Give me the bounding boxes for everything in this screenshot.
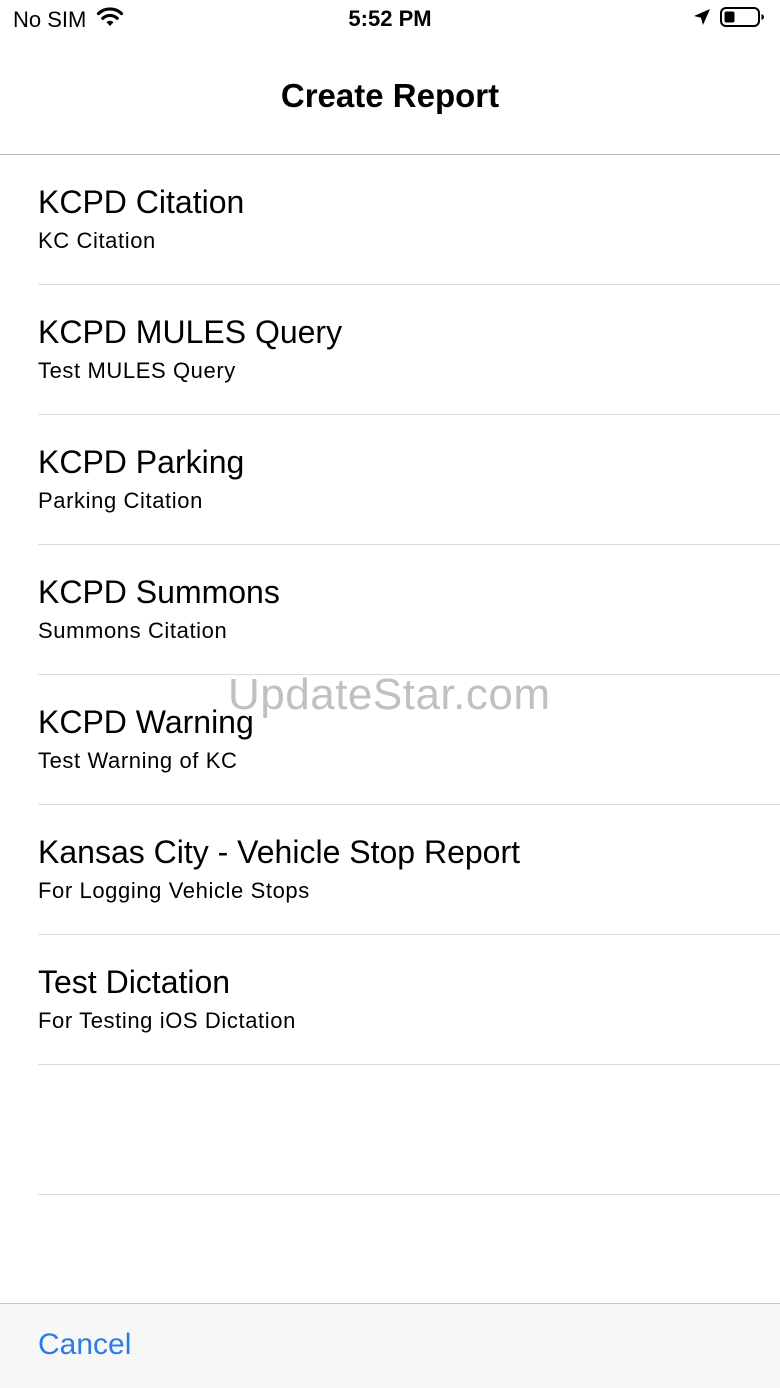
empty-list-row xyxy=(38,1065,780,1195)
location-arrow-icon xyxy=(692,7,712,32)
status-right xyxy=(692,6,766,33)
report-row-vehicle-stop-report[interactable]: Kansas City - Vehicle Stop Report For Lo… xyxy=(38,805,780,935)
report-subtitle: Test Warning of KC xyxy=(38,748,238,773)
status-time: 5:52 PM xyxy=(348,6,432,31)
report-row-kcpd-citation[interactable]: KCPD Citation KC Citation xyxy=(38,155,780,285)
report-title: KCPD Citation xyxy=(38,184,245,220)
cancel-button[interactable]: Cancel xyxy=(38,1328,131,1362)
report-title: KCPD Summons xyxy=(38,574,280,610)
report-title: KCPD Parking xyxy=(38,444,245,480)
report-subtitle: For Testing iOS Dictation xyxy=(38,1008,296,1033)
report-title: Kansas City - Vehicle Stop Report xyxy=(38,834,521,870)
navigation-bar: Create Report xyxy=(0,40,780,155)
report-row-test-dictation[interactable]: Test Dictation For Testing iOS Dictation xyxy=(38,935,780,1065)
report-row-kcpd-warning[interactable]: KCPD Warning Test Warning of KC xyxy=(38,675,780,805)
report-subtitle: Summons Citation xyxy=(38,618,228,643)
report-row-kcpd-summons[interactable]: KCPD Summons Summons Citation xyxy=(38,545,780,675)
battery-icon xyxy=(720,6,766,33)
report-subtitle: KC Citation xyxy=(38,228,156,253)
report-list: KCPD Citation KC Citation KCPD MULES Que… xyxy=(0,155,780,1195)
report-row-kcpd-mules-query[interactable]: KCPD MULES Query Test MULES Query xyxy=(38,285,780,415)
report-title: KCPD Warning xyxy=(38,704,254,740)
report-subtitle: Parking Citation xyxy=(38,488,203,513)
status-bar: No SIM 5:52 PM xyxy=(0,0,780,40)
page-title: Create Report xyxy=(280,77,500,114)
report-title: Test Dictation xyxy=(38,964,231,1000)
report-row-kcpd-parking[interactable]: KCPD Parking Parking Citation xyxy=(38,415,780,545)
report-subtitle: Test MULES Query xyxy=(38,358,236,383)
report-title: KCPD MULES Query xyxy=(38,314,343,350)
report-subtitle: For Logging Vehicle Stops xyxy=(38,878,310,903)
bottom-toolbar: Cancel xyxy=(0,1303,780,1388)
